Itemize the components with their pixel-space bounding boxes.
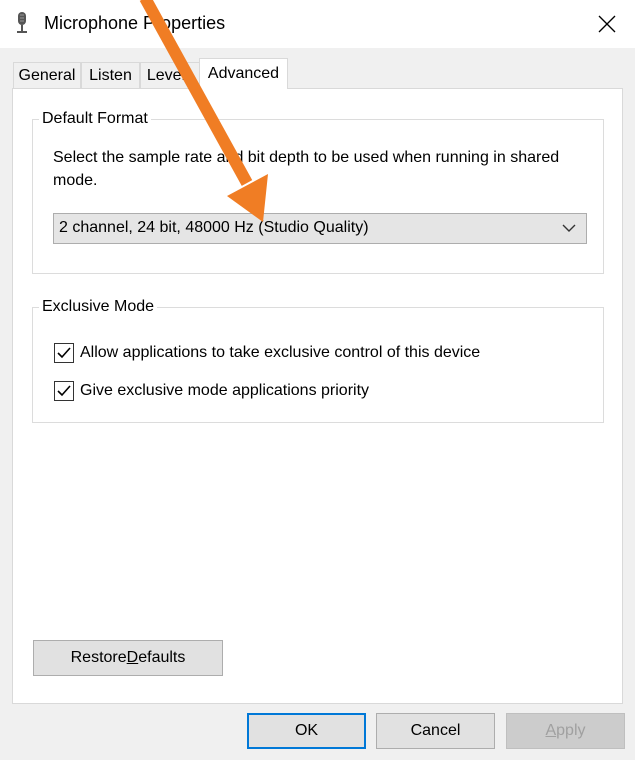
button-label: OK	[294, 722, 319, 739]
selected-format: 2 channel, 24 bit, 48000 Hz (Studio Qual…	[59, 219, 369, 236]
close-icon	[598, 15, 616, 33]
exclusive-mode-legend: Exclusive Mode	[39, 298, 158, 316]
apply-button[interactable]: Apply	[506, 713, 625, 749]
tab-listen[interactable]: Listen	[81, 62, 140, 88]
chevron-down-icon	[562, 224, 576, 232]
exclusive-mode-group	[32, 307, 604, 423]
tab-levels[interactable]: Levels	[140, 62, 200, 88]
button-label: pply	[556, 722, 586, 739]
ok-button[interactable]: OK	[247, 713, 366, 749]
microphone-icon	[17, 12, 27, 33]
button-label-accelerator: D	[126, 649, 139, 666]
exclusive-control-checkbox[interactable]	[54, 343, 74, 363]
checkmark-icon	[57, 347, 71, 359]
button-label: Cancel	[410, 722, 461, 739]
checkmark-icon	[57, 385, 71, 397]
default-format-group	[32, 119, 604, 274]
tab-label: Advanced	[207, 65, 280, 82]
tab-label: General	[18, 66, 76, 84]
button-label-accelerator: A	[545, 722, 557, 739]
tab-label: Levels	[146, 66, 194, 84]
exclusive-priority-label[interactable]: Give exclusive mode applications priorit…	[80, 382, 369, 400]
cancel-button[interactable]: Cancel	[376, 713, 495, 749]
exclusive-control-label[interactable]: Allow applications to take exclusive con…	[80, 344, 480, 362]
restore-defaults-button[interactable]: Restore Defaults	[33, 640, 223, 676]
window-title: Microphone Properties	[44, 13, 226, 33]
default-format-dropdown[interactable]: 2 channel, 24 bit, 48000 Hz (Studio Qual…	[53, 213, 587, 244]
close-button[interactable]	[579, 0, 635, 48]
default-format-description: Select the sample rate and bit depth to …	[53, 149, 560, 189]
title-bar: Microphone Properties	[0, 0, 635, 48]
default-format-legend: Default Format	[39, 110, 151, 128]
exclusive-priority-checkbox[interactable]	[54, 381, 74, 401]
button-label: efaults	[138, 649, 186, 666]
tab-advanced[interactable]: Advanced	[199, 58, 288, 89]
tab-general[interactable]: General	[13, 62, 81, 88]
button-label: Restore	[70, 649, 127, 666]
tab-label: Listen	[89, 66, 132, 84]
